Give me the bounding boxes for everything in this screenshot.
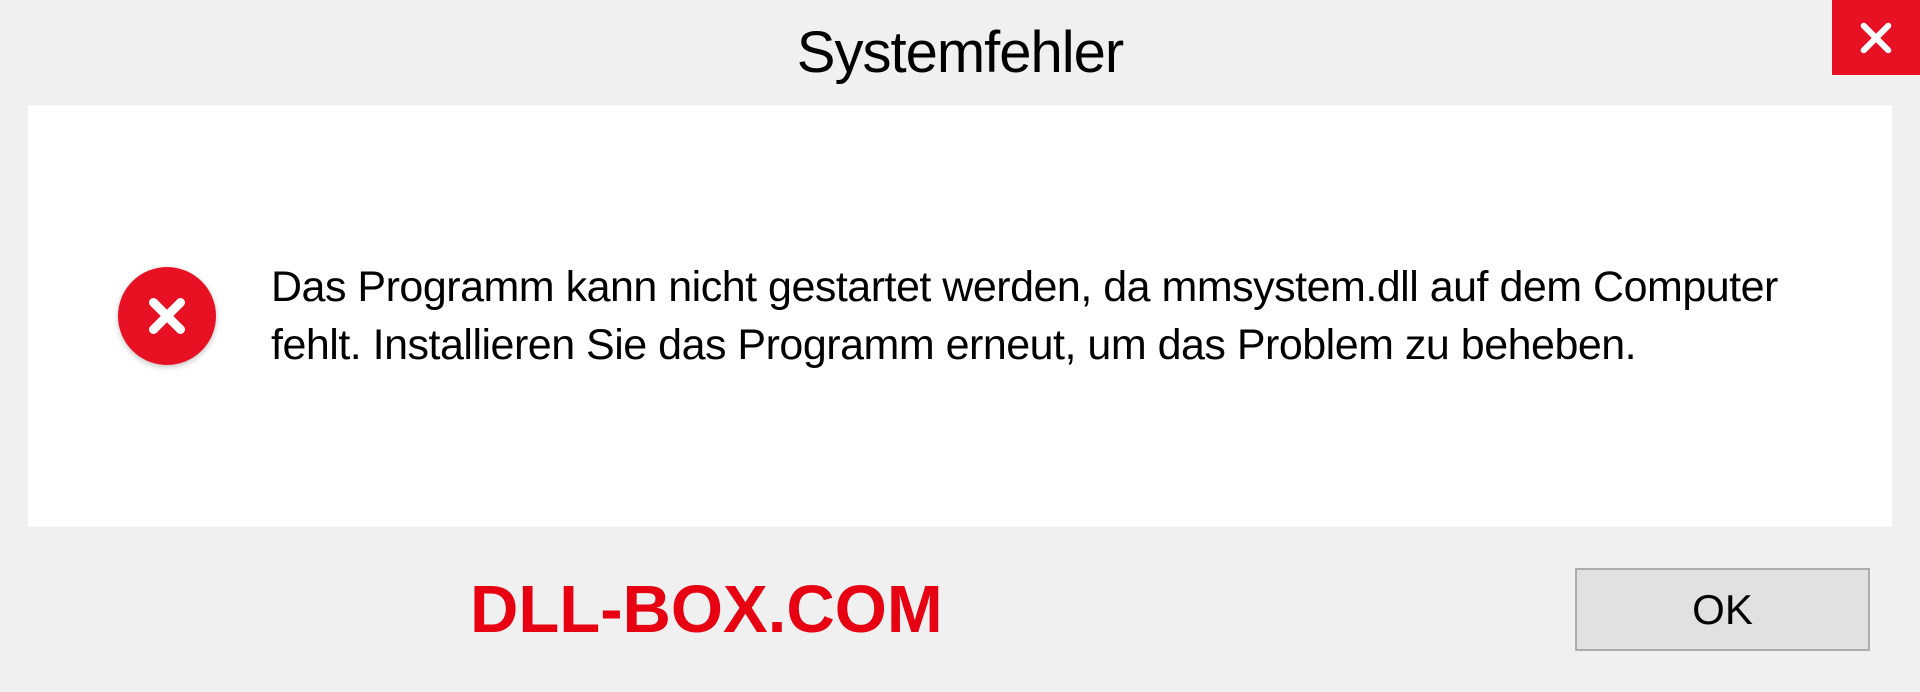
- ok-button[interactable]: OK: [1575, 568, 1870, 651]
- content-area: Das Programm kann nicht gestartet werden…: [28, 105, 1892, 527]
- close-icon: [1855, 17, 1897, 59]
- dialog-title: Systemfehler: [797, 19, 1123, 86]
- error-icon: [118, 267, 216, 365]
- error-icon-wrap: [118, 267, 216, 365]
- close-button[interactable]: [1832, 0, 1920, 75]
- error-dialog: Systemfehler Das Programm kann nicht ges…: [0, 0, 1920, 692]
- footer: DLL-BOX.COM OK: [0, 527, 1920, 692]
- error-message: Das Programm kann nicht gestartet werden…: [271, 258, 1832, 374]
- titlebar: Systemfehler: [0, 0, 1920, 105]
- watermark-text: DLL-BOX.COM: [470, 571, 943, 648]
